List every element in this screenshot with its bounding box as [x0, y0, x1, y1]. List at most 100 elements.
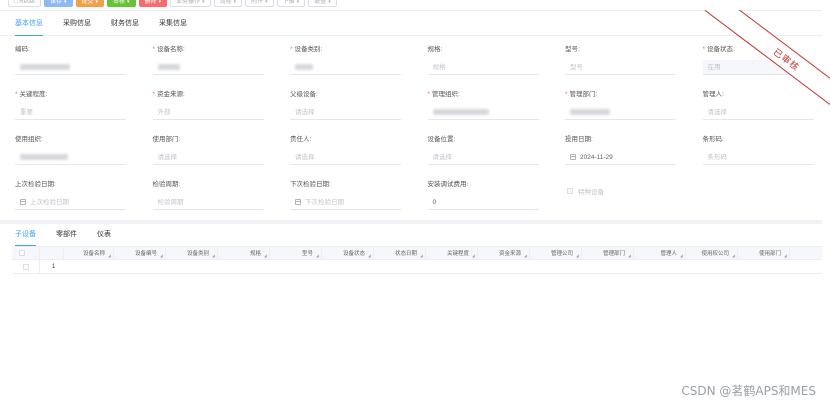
toolbar-button[interactable]: 联查 ▾ [308, 0, 337, 7]
toolbar-button[interactable]: 附件 ▾ [245, 0, 274, 7]
required-asterisk: * [290, 46, 293, 53]
field-input[interactable]: 规格 [427, 60, 539, 75]
column-header[interactable]: 关键程度 ◢ [426, 247, 478, 259]
field-input[interactable]: 请选择 [702, 105, 814, 120]
field-value: 外部 [157, 108, 171, 116]
resize-handle-icon[interactable]: ◢ [576, 254, 579, 258]
column-header[interactable]: 管理人 ◢ [634, 247, 686, 259]
field-label: * 管理组织: [428, 90, 566, 100]
form-field: 管理人: 请选择 [702, 90, 830, 122]
resize-handle-icon[interactable]: ◢ [524, 254, 527, 258]
column-header[interactable]: 规格 ◢ [218, 247, 270, 259]
resize-handle-icon[interactable]: ◢ [316, 254, 319, 258]
column-header[interactable]: 状态日期 ◢ [374, 247, 426, 259]
row-checkbox[interactable] [12, 260, 40, 273]
checkbox-icon [22, 263, 29, 270]
form-field: 使用组织: [15, 135, 153, 167]
resize-handle-icon[interactable]: ◢ [680, 254, 683, 258]
toolbar-button[interactable]: 流程 ▾ [213, 0, 243, 7]
column-header[interactable]: 管理部门 ◢ [582, 247, 634, 259]
field-label-text: 使用组织: [15, 136, 43, 143]
resize-handle-icon[interactable]: ◢ [212, 254, 215, 258]
resize-handle-icon[interactable]: ◢ [160, 254, 163, 258]
field-label: 安装调试费用: [428, 180, 566, 190]
form-field: 条形码: 条形码 [702, 135, 830, 167]
tab-instruments[interactable]: 仪表 [97, 224, 111, 246]
grid-header: 设备名称 ◢ 设备编号 ◢ 设备类别 ◢ 规格 ◢ 型号 ◢ 设备状态 ◢ 状态日期 ◢ 关键程度 ◢ 资金来源… [12, 246, 822, 260]
field-input[interactable]: 请选择 [152, 150, 264, 165]
field-input[interactable]: 重要 [15, 105, 126, 120]
tab-sub-equipment[interactable]: 子设备 [15, 224, 36, 246]
tab-basic-info[interactable]: 基本信息 [15, 11, 43, 36]
field-label: 编码: [15, 45, 153, 55]
resize-handle-icon[interactable]: ◢ [368, 254, 371, 258]
field-input[interactable] [15, 150, 126, 165]
toolbar-button[interactable]: □ Reset [8, 0, 41, 7]
field-input[interactable]: 请选择 [290, 150, 401, 165]
resize-handle-icon[interactable]: ◢ [108, 254, 111, 258]
column-header-label: 设备状态 [342, 251, 365, 257]
field-input: 在用 [702, 60, 814, 75]
field-input[interactable]: 条形码 [702, 150, 814, 165]
resize-handle-icon[interactable]: ◢ [628, 254, 631, 258]
column-header[interactable]: 资金来源 ◢ [478, 247, 530, 259]
chevron-down-icon: ▾ [328, 0, 331, 5]
form-field: * 管理组织: [427, 90, 566, 122]
tab-finance-info[interactable]: 财务信息 [111, 11, 139, 36]
field-input[interactable]: 请选择 [290, 105, 401, 120]
resize-handle-icon[interactable]: ◢ [784, 254, 787, 258]
field-input[interactable]: 型号 [565, 60, 676, 75]
field-input[interactable]: 外部 [152, 105, 264, 120]
field-input[interactable]: 上次检验日期 [15, 195, 126, 210]
special-equipment-checkbox[interactable]: 特种设备 [565, 186, 703, 196]
resize-handle-icon[interactable]: ◢ [472, 254, 475, 258]
tab-parts[interactable]: 零部件 [56, 224, 77, 246]
column-header[interactable]: 使用权公司 ◢ [686, 247, 738, 259]
column-header[interactable]: 设备名称 ◢ [64, 247, 114, 259]
field-label-text: 资金来源: [157, 91, 185, 98]
resize-handle-icon[interactable]: ◢ [420, 254, 423, 258]
field-input[interactable]: 2024-11-29 [565, 150, 676, 165]
tab-collect-info[interactable]: 采集信息 [159, 11, 187, 36]
field-input[interactable] [427, 105, 539, 120]
chevron-down-icon: ▾ [265, 0, 268, 5]
column-header[interactable]: 设备类别 ◢ [166, 247, 218, 259]
column-header[interactable]: 设备状态 ◢ [322, 247, 374, 259]
field-input[interactable] [290, 60, 401, 75]
column-header[interactable]: 管理公司 ◢ [530, 247, 582, 259]
toolbar-button-label: □ Reset [14, 0, 35, 5]
toolbar-button[interactable]: 下推 ▾ [276, 0, 306, 7]
column-header[interactable]: 设备编号 ◢ [114, 247, 166, 259]
redacted-value [20, 64, 70, 70]
table-row[interactable]: 1 [12, 260, 822, 274]
form-field: 编码: [15, 45, 153, 77]
toolbar-button[interactable]: 删除 ▾ [138, 0, 168, 7]
field-value: 重要 [20, 108, 33, 116]
form-field: 投用日期: 2024-11-29 [565, 135, 703, 167]
resize-handle-icon[interactable]: ◢ [732, 254, 735, 258]
field-input[interactable] [15, 60, 126, 75]
sub-equipment-grid: 设备名称 ◢ 设备编号 ◢ 设备类别 ◢ 规格 ◢ 型号 ◢ 设备状态 ◢ 状态日期 ◢ 关键程度 ◢ 资金来源… [12, 246, 822, 274]
field-label-text: 关键程度: [19, 91, 48, 98]
column-header[interactable]: 型号 ◢ [270, 247, 322, 259]
toolbar-button[interactable]: 保存 ▾ [43, 0, 73, 7]
field-label-text: 条形码: [702, 136, 724, 143]
form-field: * 设备名称: [152, 45, 291, 77]
column-header-label: 使用权公司 [701, 251, 729, 257]
field-label: * 资金来源: [153, 90, 291, 100]
tab-purchase-info[interactable]: 采购信息 [63, 11, 91, 36]
toolbar-button[interactable]: 业务操作 ▾ [170, 0, 211, 7]
field-input[interactable] [565, 105, 676, 120]
field-input[interactable]: 请选择 [427, 150, 539, 165]
toolbar-button[interactable]: 审核 ▾ [107, 0, 136, 7]
field-input[interactable]: 检验周期 [152, 195, 264, 210]
form-field: 检验周期: 检验周期 [152, 180, 291, 212]
chevron-down-icon: ▾ [63, 0, 67, 5]
resize-handle-icon[interactable]: ◢ [264, 254, 267, 258]
field-input[interactable]: 下次检验日期 [290, 195, 401, 210]
toolbar-button[interactable]: 提交 ▾ [75, 0, 105, 7]
field-input[interactable]: 0 [427, 195, 539, 210]
select-all-checkbox[interactable] [12, 247, 40, 259]
column-header[interactable]: 使用部门 ◢ [738, 247, 790, 259]
field-input[interactable] [152, 60, 264, 75]
